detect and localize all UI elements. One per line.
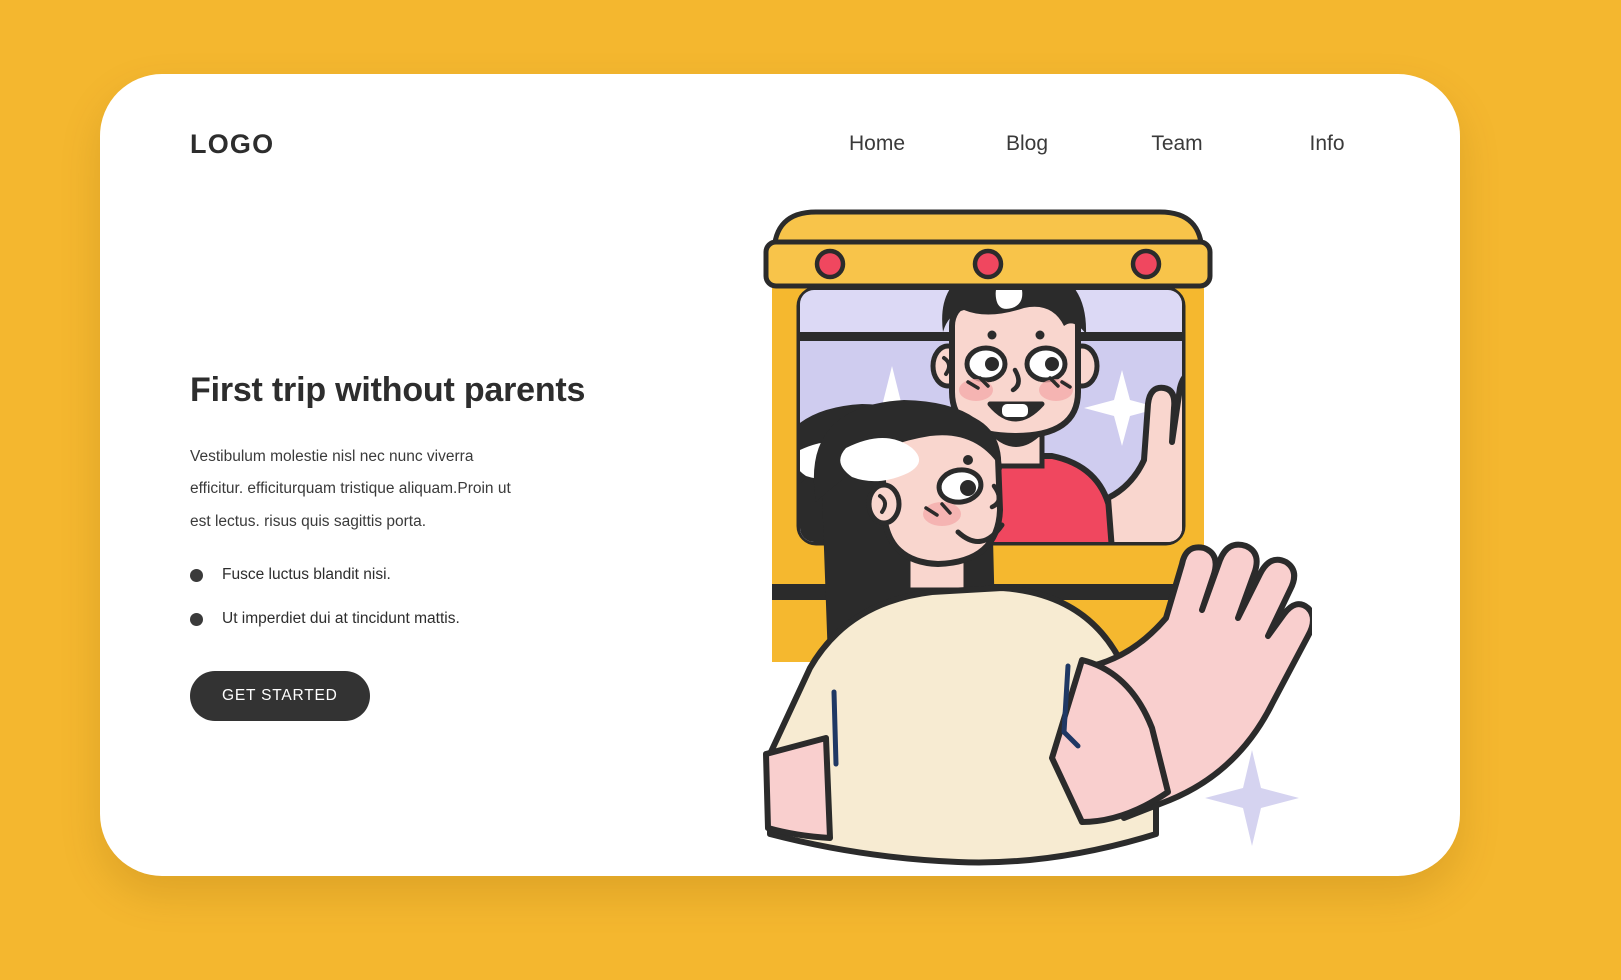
school-bus-kids-waving-illustration <box>752 198 1312 898</box>
get-started-button[interactable]: GET STARTED <box>190 671 370 722</box>
hero-paragraph: Vestibulum molestie nisl nec nunc viverr… <box>190 447 511 530</box>
list-item: Fusce luctus blandit nisi. <box>190 566 610 584</box>
bullet-dot-icon <box>190 568 203 582</box>
main-navigation: Home Blog Team Info <box>802 132 1402 156</box>
landing-card: LOGO Home Blog Team Info First trip with… <box>100 74 1460 876</box>
list-item-label: Ut imperdiet dui at tincidunt mattis. <box>222 610 460 628</box>
list-item: Ut imperdiet dui at tincidunt mattis. <box>190 610 610 628</box>
bus-light-icon <box>972 248 1004 280</box>
nav-link-info[interactable]: Info <box>1252 132 1402 156</box>
brand-logo[interactable]: LOGO <box>190 129 274 160</box>
bullet-dot-icon <box>190 612 203 626</box>
nav-link-team[interactable]: Team <box>1102 132 1252 156</box>
hero-feature-list: Fusce luctus blandit nisi. Ut imperdiet … <box>190 566 610 628</box>
bus-light-icon <box>1130 248 1162 280</box>
hero-copy: First trip without parents Vestibulum mo… <box>190 370 610 722</box>
list-item-label: Fusce luctus blandit nisi. <box>222 566 391 584</box>
nav-link-blog[interactable]: Blog <box>952 132 1102 156</box>
nav-link-home[interactable]: Home <box>802 132 952 156</box>
page-title: First trip without parents <box>190 371 586 409</box>
girl-left-arm <box>763 735 833 841</box>
bus-light-icon <box>814 248 846 280</box>
